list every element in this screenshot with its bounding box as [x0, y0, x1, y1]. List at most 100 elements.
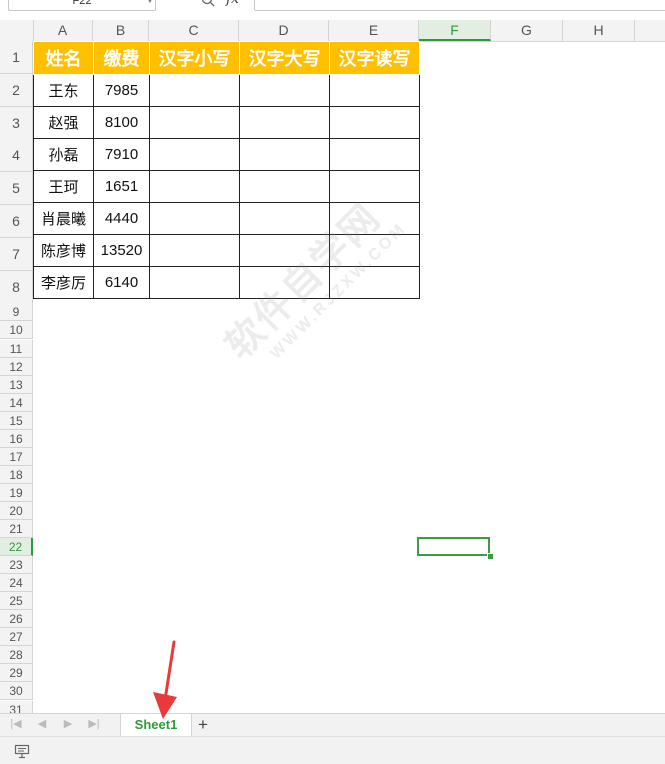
cell-fee[interactable]: 7910: [93, 138, 150, 171]
formula-bar: F22 ▼ fx: [0, 0, 665, 14]
header-lowercase-chinese[interactable]: 汉字小写: [149, 41, 240, 75]
row-header-2[interactable]: 2: [0, 73, 33, 107]
cell-fee[interactable]: 8100: [93, 106, 150, 139]
cell-name[interactable]: 赵强: [33, 106, 94, 139]
cell-reading[interactable]: [329, 234, 420, 267]
name-box[interactable]: F22: [8, 0, 156, 11]
row-header-1[interactable]: 1: [0, 41, 33, 74]
header-fee[interactable]: 缴费: [93, 41, 150, 75]
cell-reading[interactable]: [329, 202, 420, 235]
macro-record-icon[interactable]: [14, 743, 32, 759]
table-row: 肖晨曦 4440: [33, 202, 420, 235]
cell-name[interactable]: 李彦厉: [33, 266, 94, 299]
row-header-30[interactable]: 30: [0, 682, 33, 701]
row-header-28[interactable]: 28: [0, 646, 33, 665]
cell-uppercase[interactable]: [239, 202, 330, 235]
fx-icon[interactable]: fx: [226, 0, 239, 7]
row-header-16[interactable]: 16: [0, 429, 33, 448]
next-sheet-icon[interactable]: ▶: [60, 717, 76, 730]
table-row: 李彦厉 6140: [33, 266, 420, 299]
row-header-24[interactable]: 24: [0, 574, 33, 593]
column-header-a[interactable]: A: [33, 20, 93, 41]
column-header-g[interactable]: G: [491, 20, 563, 41]
row-header-20[interactable]: 20: [0, 501, 33, 520]
prev-sheet-icon[interactable]: ◀: [34, 717, 50, 730]
row-header-29[interactable]: 29: [0, 664, 33, 683]
header-name[interactable]: 姓名: [33, 41, 94, 75]
cell-uppercase[interactable]: [239, 170, 330, 203]
row-header-11[interactable]: 11: [0, 339, 33, 358]
column-header-e[interactable]: E: [329, 20, 419, 41]
header-uppercase-chinese[interactable]: 汉字大写: [239, 41, 330, 75]
cell-uppercase[interactable]: [239, 234, 330, 267]
selected-cell[interactable]: [417, 537, 490, 556]
cell-lowercase[interactable]: [149, 170, 240, 203]
cell-name[interactable]: 孙磊: [33, 138, 94, 171]
cell-reading[interactable]: [329, 74, 420, 107]
row-header-26[interactable]: 26: [0, 610, 33, 629]
cell-name[interactable]: 肖晨曦: [33, 202, 94, 235]
row-header-7[interactable]: 7: [0, 237, 33, 271]
column-header-f[interactable]: F: [419, 20, 491, 41]
red-arrow-icon: [153, 640, 177, 719]
column-header-b[interactable]: B: [93, 20, 149, 41]
cell-uppercase[interactable]: [239, 74, 330, 107]
column-header-h[interactable]: H: [563, 20, 635, 41]
cell-lowercase[interactable]: [149, 106, 240, 139]
fill-handle[interactable]: [487, 553, 494, 560]
magnifier-icon[interactable]: [201, 0, 215, 7]
cell-lowercase[interactable]: [149, 202, 240, 235]
row-header-3[interactable]: 3: [0, 106, 33, 140]
row-header-25[interactable]: 25: [0, 592, 33, 611]
cell-reading[interactable]: [329, 266, 420, 299]
last-sheet-icon[interactable]: ▶|: [86, 717, 102, 730]
formula-input[interactable]: [254, 0, 665, 11]
column-header-c[interactable]: C: [149, 20, 239, 41]
row-header-6[interactable]: 6: [0, 205, 33, 238]
cell-fee[interactable]: 13520: [93, 234, 150, 267]
row-header-10[interactable]: 10: [0, 321, 33, 340]
select-all-corner[interactable]: [0, 20, 34, 41]
column-header-d[interactable]: D: [239, 20, 329, 41]
cell-name[interactable]: 王东: [33, 74, 94, 107]
row-header-9[interactable]: 9: [0, 303, 33, 322]
row-header-23[interactable]: 23: [0, 556, 33, 575]
cell-fee[interactable]: 1651: [93, 170, 150, 203]
cell-name[interactable]: 陈彦博: [33, 234, 94, 267]
row-header-13[interactable]: 13: [0, 375, 33, 394]
cell-uppercase[interactable]: [239, 266, 330, 299]
row-header-19[interactable]: 19: [0, 483, 33, 502]
sheet-tab-bar: |◀ ◀ ▶ ▶| Sheet1 +: [0, 713, 665, 736]
add-sheet-button[interactable]: +: [195, 715, 211, 735]
cell-lowercase[interactable]: [149, 266, 240, 299]
row-header-27[interactable]: 27: [0, 628, 33, 647]
cell-fee[interactable]: 6140: [93, 266, 150, 299]
cell-lowercase[interactable]: [149, 74, 240, 107]
cell-uppercase[interactable]: [239, 106, 330, 139]
status-bar: [0, 736, 665, 764]
first-sheet-icon[interactable]: |◀: [8, 717, 24, 730]
column-header-row: A B C D E F G H: [0, 20, 665, 42]
table-row: 孙磊 7910: [33, 138, 420, 171]
cell-fee[interactable]: 7985: [93, 74, 150, 107]
row-header-4[interactable]: 4: [0, 139, 33, 173]
chevron-down-icon[interactable]: ▼: [146, 0, 154, 5]
row-header-21[interactable]: 21: [0, 520, 33, 538]
cell-lowercase[interactable]: [149, 234, 240, 267]
row-header-15[interactable]: 15: [0, 411, 33, 430]
row-header-5[interactable]: 5: [0, 172, 33, 206]
row-header-22[interactable]: 22: [0, 538, 33, 557]
header-reading-chinese[interactable]: 汉字读写: [329, 41, 420, 75]
row-header-14[interactable]: 14: [0, 393, 33, 412]
cell-uppercase[interactable]: [239, 138, 330, 171]
cell-fee[interactable]: 4440: [93, 202, 150, 235]
row-header-17[interactable]: 17: [0, 447, 33, 466]
cell-name[interactable]: 王珂: [33, 170, 94, 203]
row-header-8[interactable]: 8: [0, 270, 33, 304]
cell-reading[interactable]: [329, 170, 420, 203]
row-header-18[interactable]: 18: [0, 465, 33, 484]
cell-reading[interactable]: [329, 106, 420, 139]
row-header-12[interactable]: 12: [0, 357, 33, 376]
cell-lowercase[interactable]: [149, 138, 240, 171]
cell-reading[interactable]: [329, 138, 420, 171]
